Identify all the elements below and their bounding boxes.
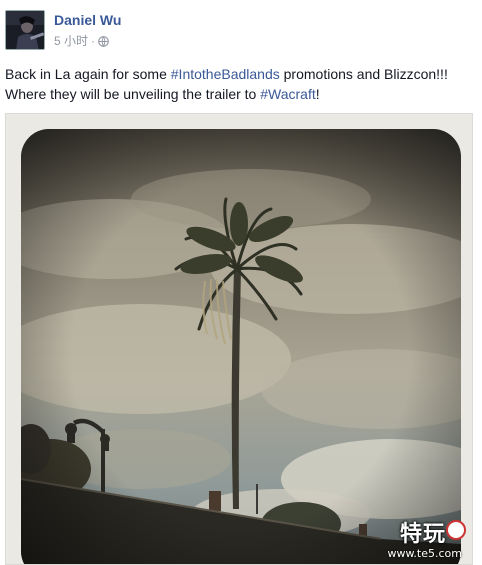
post-timestamp[interactable]: 5 小时 [54, 33, 88, 49]
post-text: Back in La again for some #IntotheBadlan… [5, 64, 477, 104]
watermark-url: www.te5.com [387, 547, 462, 560]
palm-tree-photo [21, 129, 461, 564]
watermark-logo-icon [446, 520, 466, 540]
watermark: 特玩 www.te5.com [376, 516, 466, 560]
hashtag-link[interactable]: #Wacraft [260, 86, 316, 102]
watermark-brand: 特玩 [399, 522, 446, 547]
post-header: Daniel Wu 5 小时 · [5, 10, 121, 52]
avatar-image [6, 11, 44, 49]
post-text-part: Back in La again for some [5, 66, 171, 82]
meta-separator: · [91, 34, 96, 48]
avatar[interactable] [5, 10, 45, 50]
post-text-part: ! [315, 86, 320, 102]
globe-icon[interactable] [98, 35, 109, 47]
photo-frame: 特玩 www.te5.com [5, 113, 473, 565]
hashtag-link[interactable]: #IntotheBadlands [171, 66, 280, 82]
author-name[interactable]: Daniel Wu [54, 12, 121, 29]
post-photo[interactable] [21, 129, 461, 564]
post-meta: 5 小时 · [54, 33, 121, 49]
